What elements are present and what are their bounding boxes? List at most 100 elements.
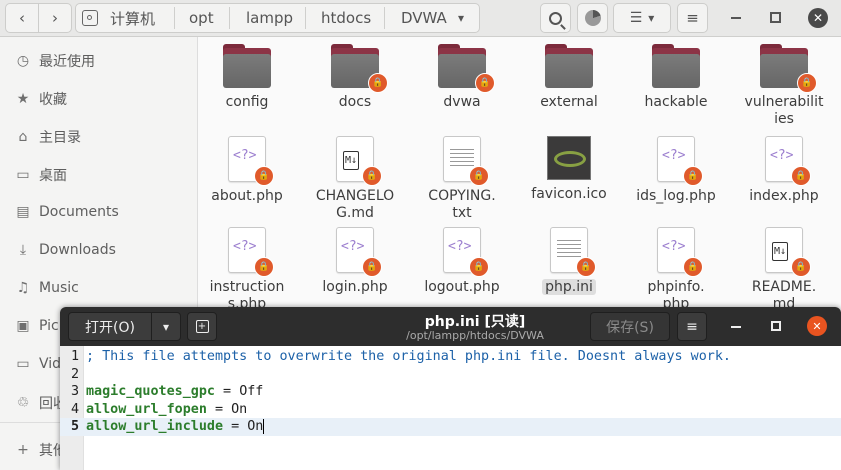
search-icon: [549, 11, 566, 30]
file-item[interactable]: <?> 🔒 index.php: [730, 136, 838, 205]
file-item[interactable]: favicon.ico: [515, 136, 623, 203]
sidebar-item-documents[interactable]: ▤ Documents: [0, 193, 198, 230]
file-manager-header: ‹ › 计算机 opt lampp htdocs DVWA ▾ ☰ ▾ ≡ ✕: [0, 0, 841, 37]
file-item[interactable]: 🔒 docs: [301, 44, 409, 111]
minimize-button[interactable]: [731, 17, 741, 19]
sidebar-item-home[interactable]: ⌂ 主目录: [0, 118, 198, 155]
star-icon: ★: [16, 90, 30, 107]
pie-icon: [584, 10, 601, 26]
file-item[interactable]: 🔒 dvwa: [408, 44, 516, 111]
php-file-icon: <?> 🔒: [228, 136, 274, 186]
chevron-down-icon[interactable]: ▾: [458, 3, 464, 33]
lock-icon: 🔒: [791, 166, 811, 186]
file-item[interactable]: <?> 🔒 login.php: [301, 227, 409, 296]
sidebar-item-label: Music: [39, 279, 79, 296]
breadcrumb-separator: [384, 7, 385, 29]
file-item[interactable]: config: [193, 44, 301, 111]
breadcrumb-htdocs[interactable]: htdocs: [321, 3, 371, 33]
markdown-file-icon: M↓ 🔒: [336, 136, 382, 186]
sidebar-item-downloads[interactable]: ⤓ Downloads: [0, 231, 198, 268]
breadcrumb-opt[interactable]: opt: [189, 3, 214, 33]
maximize-button[interactable]: [770, 12, 781, 23]
video-icon: ▭: [16, 355, 30, 372]
code-line: 2: [71, 367, 80, 382]
file-item[interactable]: external: [515, 44, 623, 111]
file-item[interactable]: <?> 🔒 ids_log.php: [622, 136, 730, 205]
file-name: about.php: [211, 188, 283, 204]
close-button[interactable]: ✕: [808, 8, 828, 28]
forward-button[interactable]: ›: [38, 3, 72, 33]
save-button[interactable]: 保存(S): [590, 312, 670, 341]
file-item[interactable]: <?> 🔒 phpinfo. php: [622, 227, 730, 313]
open-button[interactable]: 打开(O): [68, 312, 152, 341]
folder-icon: [652, 44, 700, 88]
menu-button[interactable]: ≡: [677, 3, 708, 33]
lock-icon: 🔒: [475, 73, 495, 93]
home-icon: ⌂: [18, 128, 28, 145]
folder-icon: [545, 44, 593, 88]
file-item[interactable]: hackable: [622, 44, 730, 111]
folder-icon: [223, 44, 271, 88]
sidebar-item-music[interactable]: ♫ Music: [0, 269, 198, 306]
open-label: 打开(O): [85, 319, 135, 336]
close-icon: ✕: [812, 319, 822, 333]
document-icon: ▤: [16, 203, 30, 220]
lock-icon: 🔒: [362, 257, 382, 277]
lock-icon: 🔒: [254, 257, 274, 277]
code-line: 3 magic_quotes_gpc = Off: [71, 384, 264, 399]
new-tab-button[interactable]: +: [187, 312, 217, 341]
chevron-down-icon: ▾: [162, 319, 170, 334]
file-item[interactable]: 🔒 vulnerabilit ies: [730, 44, 838, 128]
list-view-icon: ☰: [629, 10, 643, 26]
file-name: external: [540, 94, 598, 110]
sidebar-item-label: Vid: [39, 355, 62, 372]
sidebar-item-starred[interactable]: ★ 收藏: [0, 80, 198, 117]
breadcrumb-computer[interactable]: 计算机: [110, 3, 155, 33]
php-file-icon: <?> 🔒: [228, 227, 274, 277]
sidebar-item-label: Documents: [39, 203, 119, 220]
file-name: php.ini: [515, 279, 623, 296]
php-file-icon: <?> 🔒: [657, 227, 703, 277]
open-menu-button[interactable]: ▾: [151, 312, 181, 341]
file-item[interactable]: <?> 🔒 logout.php: [408, 227, 516, 296]
search-button[interactable]: [540, 3, 571, 33]
sidebar-item-label: 主目录: [39, 129, 81, 146]
editor-minimize-button[interactable]: [731, 326, 741, 328]
file-item[interactable]: 🔒 php.ini: [515, 227, 623, 296]
file-item[interactable]: M↓ 🔒 README. md: [730, 227, 838, 313]
view-options-button[interactable]: ☰ ▾: [613, 3, 671, 33]
file-name: CHANGELO G.md: [315, 188, 395, 221]
breadcrumb-separator: [305, 7, 306, 29]
file-name: hackable: [644, 94, 708, 110]
lock-icon: 🔒: [576, 257, 596, 277]
disk-usage-button[interactable]: [577, 3, 608, 33]
close-icon: ✕: [812, 11, 824, 25]
file-name: vulnerabilit ies: [744, 94, 824, 127]
sidebar-item-label: 收藏: [39, 91, 67, 108]
sidebar-item-label: Downloads: [39, 241, 116, 258]
file-item[interactable]: <?> 🔒 instruction s.php: [193, 227, 301, 313]
file-item[interactable]: M↓ 🔒 CHANGELO G.md: [301, 136, 409, 222]
folder-icon: 🔒: [438, 44, 495, 93]
back-icon: ‹: [19, 9, 25, 27]
sidebar-item-desktop[interactable]: ▭ 桌面: [0, 156, 198, 193]
folder-icon: 🔒: [331, 44, 388, 93]
breadcrumb-lampp[interactable]: lampp: [246, 3, 293, 33]
editor-close-button[interactable]: ✕: [807, 316, 827, 336]
editor-maximize-button[interactable]: [771, 321, 781, 331]
editor-menu-button[interactable]: ≡: [677, 312, 707, 341]
file-name: index.php: [749, 188, 819, 204]
editor-text-area[interactable]: 1; This file attempts to overwrite the o…: [60, 346, 841, 470]
lock-icon: 🔒: [683, 166, 703, 186]
file-item[interactable]: <?> 🔒 about.php: [193, 136, 301, 205]
file-item[interactable]: 🔒 COPYING. txt: [408, 136, 516, 222]
sidebar-item-recent[interactable]: ◷ 最近使用: [0, 42, 198, 79]
text-cursor: [263, 418, 265, 434]
lock-icon: 🔒: [797, 73, 817, 93]
breadcrumb-dvwa[interactable]: DVWA: [401, 3, 447, 33]
hamburger-icon: ≡: [686, 318, 698, 335]
back-button[interactable]: ‹: [5, 3, 39, 33]
chevron-down-icon: ▾: [648, 11, 655, 25]
editor-title: php.ini [只读]: [424, 314, 526, 330]
lock-icon: 🔒: [469, 257, 489, 277]
